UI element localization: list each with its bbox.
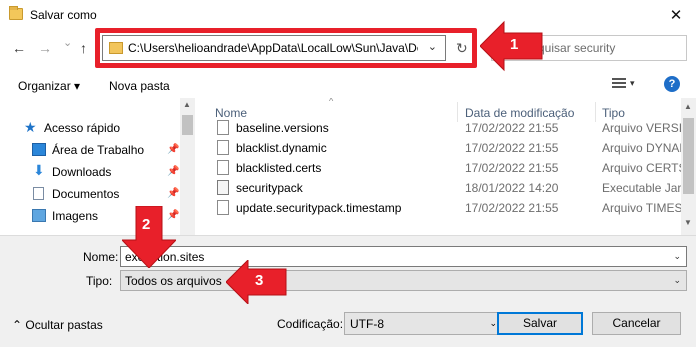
sidebar-item-label: Documentos xyxy=(52,187,120,201)
sidebar-item-label: Downloads xyxy=(52,165,112,179)
name-label: Nome: xyxy=(83,250,119,264)
file-icon xyxy=(217,160,229,175)
up-folder-icon[interactable]: ↑ xyxy=(80,40,87,56)
chevron-down-icon[interactable]: ⌄ xyxy=(673,275,681,286)
forward-arrow-icon[interactable]: → xyxy=(38,40,52,56)
help-button[interactable]: ? xyxy=(664,76,680,92)
chevron-down-icon[interactable]: ⌄ xyxy=(489,318,497,329)
file-type: Executable Jar File xyxy=(602,181,681,195)
annotation-arrow-1: 1 xyxy=(480,20,550,72)
hide-folders-label: Ocultar pastas xyxy=(25,318,103,332)
hide-folders-toggle[interactable]: ⌃ Ocultar pastas xyxy=(12,318,103,332)
file-name: baseline.versions xyxy=(236,121,329,135)
file-icon xyxy=(217,140,229,155)
scroll-up-icon[interactable]: ▲ xyxy=(684,102,692,111)
recent-locations-icon[interactable]: ⌄ xyxy=(63,36,72,49)
file-date: 17/02/2022 21:55 xyxy=(465,201,559,215)
star-icon: ★ xyxy=(24,119,37,135)
address-highlight-box xyxy=(95,28,477,68)
file-type: Arquivo TIMESTAMP xyxy=(602,201,681,215)
folder-icon xyxy=(9,6,23,20)
pictures-icon xyxy=(32,209,46,222)
sidebar-scrollbar[interactable]: ▲ xyxy=(180,98,195,235)
file-name: blacklisted.certs xyxy=(236,161,322,175)
file-icon xyxy=(217,200,229,215)
scrollbar-thumb[interactable] xyxy=(182,115,193,135)
file-type-value: Todos os arquivos xyxy=(125,274,222,288)
file-list-scrollbar[interactable]: ▲ ▼ xyxy=(681,98,696,235)
encoding-value: UTF-8 xyxy=(350,317,384,331)
file-name-field[interactable]: exception.sites ⌄ xyxy=(120,246,687,267)
encoding-label: Codificação: xyxy=(277,317,344,331)
file-date: 17/02/2022 21:55 xyxy=(465,161,559,175)
sidebar-item-label: Acesso rápido xyxy=(44,121,121,135)
file-date: 18/01/2022 14:20 xyxy=(465,181,559,195)
scroll-down-icon[interactable]: ▼ xyxy=(684,218,692,227)
jar-icon xyxy=(217,180,229,195)
sidebar-item-downloads[interactable]: ⬇ Downloads 📌 xyxy=(0,162,180,182)
encoding-select[interactable]: UTF-8 ⌄ xyxy=(344,312,503,335)
annotation-number: 3 xyxy=(255,272,264,289)
annotation-number: 1 xyxy=(510,36,519,53)
chevron-down-icon[interactable]: ⌄ xyxy=(673,251,681,262)
close-button[interactable]: ✕ xyxy=(656,0,696,31)
file-type: Arquivo DYNAMIC xyxy=(602,141,681,155)
file-name: update.securitypack.timestamp xyxy=(236,201,402,215)
file-name: blacklist.dynamic xyxy=(236,141,327,155)
file-type-select[interactable]: Todos os arquivos ⌄ xyxy=(120,270,687,291)
sidebar-item-documents[interactable]: Documentos 📌 xyxy=(0,184,180,204)
annotation-arrow-3: 3 xyxy=(226,260,292,304)
sidebar-item-desktop[interactable]: Área de Trabalho 📌 xyxy=(0,140,180,160)
pin-icon: 📌 xyxy=(167,188,180,199)
sidebar-item-label: Imagens xyxy=(52,209,99,223)
sort-ascending-icon: ^ xyxy=(329,98,334,106)
view-options-icon[interactable] xyxy=(612,78,626,90)
file-type: Arquivo VERSIONS xyxy=(602,121,681,135)
file-date: 17/02/2022 21:55 xyxy=(465,121,559,135)
save-button[interactable]: Salvar xyxy=(497,312,583,335)
sidebar-item-label: Área de Trabalho xyxy=(52,143,145,157)
file-icon xyxy=(217,120,229,135)
pin-icon: 📌 xyxy=(167,144,180,155)
file-date: 17/02/2022 21:55 xyxy=(465,141,559,155)
table-row[interactable]: blacklist.dynamic 17/02/2022 21:55 Arqui… xyxy=(195,138,681,158)
table-row[interactable]: update.securitypack.timestamp 17/02/2022… xyxy=(195,198,681,218)
table-row[interactable]: securitypack 18/01/2022 14:20 Executable… xyxy=(195,178,681,198)
title-bar: Salvar como ✕ xyxy=(0,0,696,31)
annotation-arrow-2: 2 xyxy=(122,206,176,268)
scroll-up-icon[interactable]: ▲ xyxy=(183,100,191,109)
table-row[interactable]: baseline.versions 17/02/2022 21:55 Arqui… xyxy=(195,118,681,138)
sidebar-item-quick-access[interactable]: ★ Acesso rápido xyxy=(0,118,180,138)
scrollbar-thumb[interactable] xyxy=(683,118,694,194)
type-label: Tipo: xyxy=(86,274,113,288)
download-icon: ⬇ xyxy=(33,162,45,178)
document-icon xyxy=(33,187,44,200)
pin-icon: 📌 xyxy=(167,166,180,177)
window-title: Salvar como xyxy=(30,8,97,22)
annotation-number: 2 xyxy=(142,216,151,233)
back-arrow-icon[interactable]: ← xyxy=(12,40,26,56)
chevron-up-icon: ⌃ xyxy=(12,318,26,332)
chevron-down-icon[interactable]: ▾ xyxy=(630,78,635,89)
file-name: securitypack xyxy=(236,181,303,195)
file-type: Arquivo CERTS xyxy=(602,161,681,175)
table-row[interactable]: blacklisted.certs 17/02/2022 21:55 Arqui… xyxy=(195,158,681,178)
file-list: Nome Data de modificação Tipo ^ baseline… xyxy=(195,98,681,235)
cancel-button[interactable]: Cancelar xyxy=(592,312,681,335)
desktop-icon xyxy=(32,143,46,156)
